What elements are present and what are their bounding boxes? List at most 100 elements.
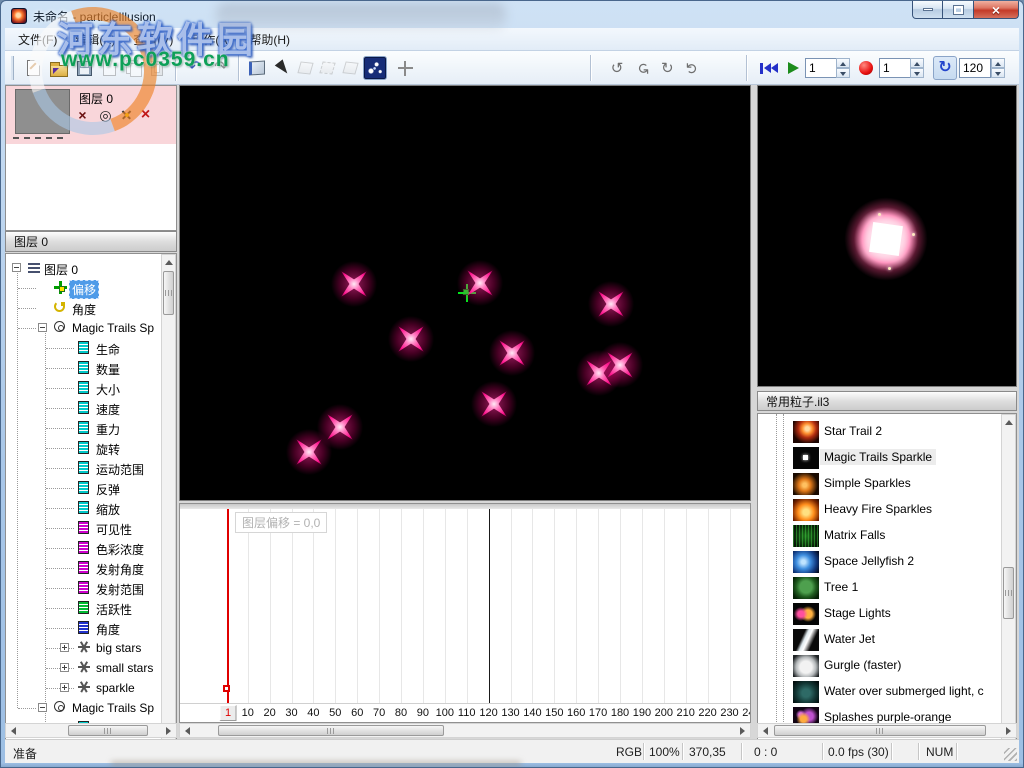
save-button[interactable] (72, 56, 96, 80)
library-item[interactable]: Magic Trails Sparkle (758, 446, 1016, 472)
tree-expander[interactable] (12, 263, 21, 272)
open-button[interactable] (47, 56, 71, 80)
tree-item[interactable]: 活跃性 (6, 598, 176, 618)
menu-item[interactable]: 帮助(H) (240, 28, 299, 51)
timeline-ruler[interactable]: 1 10203040506070809010011012013014015016… (180, 703, 750, 722)
undo-button[interactable]: ↶ (183, 56, 207, 80)
stepper-up-icon[interactable] (910, 58, 924, 68)
library-item[interactable]: Water over submerged light, c (758, 680, 1016, 706)
emitter-tool-button[interactable] (293, 56, 317, 80)
playhead-handle[interactable] (223, 685, 230, 692)
render-stop-icon[interactable]: × (74, 106, 91, 123)
tree-item[interactable]: 旋转 (6, 438, 176, 458)
current-frame-stepper[interactable] (836, 58, 850, 78)
rotate-tool-button-3[interactable]: ↺ (655, 56, 679, 80)
emitter-visibility-icon[interactable]: ◎ (97, 106, 114, 123)
stepper-up-icon[interactable] (991, 58, 1005, 68)
loop-button[interactable]: ↻ (933, 56, 957, 80)
tree-item[interactable]: 角度 (6, 618, 176, 638)
stage-button[interactable] (245, 56, 269, 80)
scrollbar-right-button[interactable] (1002, 724, 1015, 737)
tree-expander[interactable] (38, 323, 47, 332)
tree-item[interactable]: 运动范围 (6, 458, 176, 478)
scrollbar-left-button[interactable] (181, 724, 194, 737)
redo-button[interactable]: ↷ (209, 56, 233, 80)
tree-expander[interactable] (60, 683, 69, 692)
stepper-down-icon[interactable] (910, 68, 924, 78)
layer-entry[interactable]: 图层 0 × ◎ × (6, 86, 176, 144)
end-frame-input[interactable] (959, 58, 991, 78)
menu-item[interactable]: 动作(A) (182, 28, 240, 51)
blocker-tool-button[interactable] (338, 56, 362, 80)
tree-item[interactable]: sparkle (6, 678, 176, 698)
preview-panel[interactable] (757, 85, 1017, 387)
record-button[interactable] (854, 56, 878, 80)
library-item[interactable]: Stage Lights (758, 602, 1016, 628)
rotate-tool-button-4[interactable]: ↺ (680, 56, 704, 80)
tree-item[interactable]: 数量 (6, 358, 176, 378)
tree-item[interactable]: small stars (6, 658, 176, 678)
playhead[interactable] (227, 509, 229, 703)
stage-canvas[interactable] (179, 85, 751, 501)
paste-button[interactable] (145, 56, 169, 80)
current-frame-input[interactable] (805, 58, 837, 78)
rotate-tool-button-2[interactable]: ↺ (630, 56, 654, 80)
tree-item[interactable]: 色彩浓度 (6, 538, 176, 558)
record-start-stepper[interactable] (910, 58, 924, 78)
library-item[interactable]: Star Trail 2 (758, 420, 1016, 446)
record-start-input[interactable] (879, 58, 911, 78)
menu-item[interactable]: 编辑(E) (66, 28, 124, 51)
library-item[interactable]: Gurgle (faster) (758, 654, 1016, 680)
tree-item[interactable]: 图层 0 (6, 258, 176, 278)
tree-item[interactable]: Magic Trails Sp (6, 318, 176, 338)
menu-item[interactable]: 文件(F) (9, 28, 66, 51)
stepper-down-icon[interactable] (991, 68, 1005, 78)
tree-item[interactable]: 大小 (6, 378, 176, 398)
cut-button[interactable] (97, 56, 121, 80)
delete-layer-icon[interactable]: × (137, 106, 154, 123)
library-item[interactable]: Space Jellyfish 2 (758, 550, 1016, 576)
scrollbar-up-button[interactable] (1002, 416, 1015, 429)
timeline-panel[interactable]: 图层偏移 = 0,0 1 102030405060708090100110120… (179, 503, 751, 723)
move-tool-button[interactable] (393, 56, 417, 80)
resize-grip[interactable] (1004, 748, 1017, 761)
toolbar-grip[interactable] (11, 56, 14, 80)
library-item[interactable]: Simple Sparkles (758, 472, 1016, 498)
menu-item[interactable]: 查看(V) (124, 28, 182, 51)
tree-item[interactable]: 偏移 (6, 278, 176, 298)
tree-item[interactable]: 缩放 (6, 498, 176, 518)
tree-item[interactable]: 可见性 (6, 518, 176, 538)
deflector-tool-button[interactable] (315, 56, 339, 80)
tree-item[interactable]: 发射角度 (6, 558, 176, 578)
scrollbar-right-button[interactable] (736, 724, 749, 737)
tree-vertical-scrollbar[interactable] (161, 254, 176, 768)
rewind-button[interactable] (757, 56, 781, 80)
minimize-button[interactable] (912, 1, 943, 19)
scrollbar-thumb[interactable] (774, 725, 986, 736)
end-frame-stepper[interactable] (991, 58, 1005, 78)
library-item[interactable]: Water Jet (758, 628, 1016, 654)
rotate-tool-button-1[interactable]: ↺ (605, 56, 629, 80)
tree-item[interactable]: 反弹 (6, 478, 176, 498)
select-tool-button[interactable] (271, 56, 295, 80)
library-item[interactable]: Matrix Falls (758, 524, 1016, 550)
title-bar[interactable]: 未命名 - particleIllusion (5, 4, 1019, 28)
stepper-down-icon[interactable] (836, 68, 850, 78)
library-vertical-scrollbar[interactable] (1001, 414, 1016, 768)
library-header[interactable]: 常用粒子.il3 (757, 391, 1017, 411)
scrollbar-up-button[interactable] (162, 256, 175, 269)
copy-button[interactable] (121, 56, 145, 80)
layer-thumbnail[interactable] (15, 89, 70, 134)
tree-expander[interactable] (60, 643, 69, 652)
tree-item[interactable]: 角度 (6, 298, 176, 318)
particle-library-button[interactable] (363, 56, 387, 80)
timeline-horizontal-scrollbar[interactable] (179, 723, 751, 738)
close-button[interactable]: × (974, 1, 1019, 19)
scrollbar-thumb[interactable] (1003, 567, 1014, 619)
scrollbar-right-button[interactable] (162, 724, 175, 737)
library-item[interactable]: Heavy Fire Sparkles (758, 498, 1016, 524)
new-button[interactable] (21, 56, 45, 80)
tree-horizontal-scrollbar[interactable] (5, 723, 177, 738)
stepper-up-icon[interactable] (836, 58, 850, 68)
restore-button[interactable] (943, 1, 974, 19)
